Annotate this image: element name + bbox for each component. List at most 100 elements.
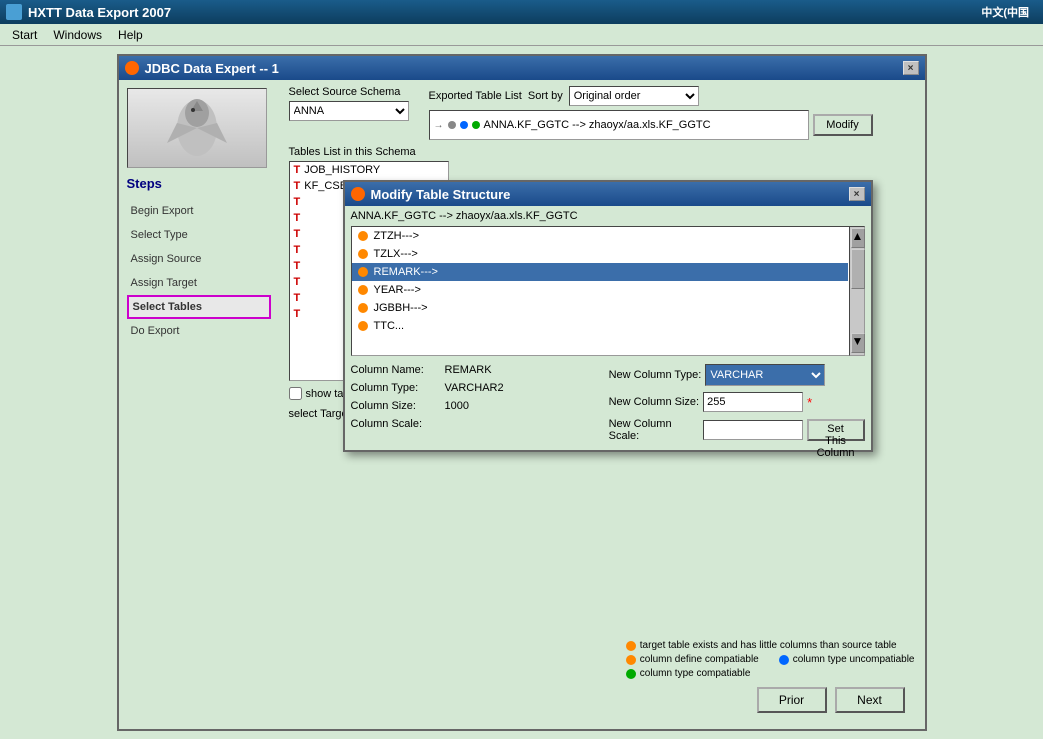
exported-label: Exported Table List [429,90,522,102]
main-content: JDBC Data Expert -- 1 × [0,46,1043,739]
table-icon-5: T [294,228,301,240]
col-item-0[interactable]: ZTZH---> [352,227,848,245]
table-list-item[interactable]: T JOB_HISTORY [290,162,448,178]
legend-dot-2 [779,655,789,665]
scroll-up-btn[interactable]: ▲ [851,228,865,248]
table-icon-4: T [294,212,301,224]
new-col-size-input[interactable] [703,392,803,412]
modify-button[interactable]: Modify [813,114,873,136]
dialog-icon [125,61,139,75]
tray-text: 中文(中国 [981,7,1037,19]
modify-dialog-icon [351,187,365,201]
col-name-3: YEAR---> [374,284,421,296]
col-name-5: TTC... [374,320,405,332]
modify-dialog: Modify Table Structure × ANNA.KF_GGTC --… [343,180,873,452]
new-col-scale-label: New Column Scale: [609,418,699,442]
col-dot-3 [358,285,368,295]
menu-start[interactable]: Start [4,26,45,44]
set-column-button[interactable]: Set This Column [807,419,865,441]
left-col-info: Column Name: REMARK Column Type: VARCHAR… [351,364,603,442]
col-name-label: Column Name: [351,364,441,376]
required-asterisk: * [807,395,812,410]
table-icon-9: T [294,292,301,304]
sort-label: Sort by [528,90,563,102]
exported-table-section: Exported Table List Sort by Original ord… [429,86,919,140]
new-col-scale-row: New Column Scale: Set This Column [609,418,865,442]
col-item-3[interactable]: YEAR---> [352,281,848,299]
legend-label-2: column type uncompatiable [793,654,915,665]
menu-bar: Start Windows Help [0,24,1043,46]
new-col-type-select[interactable]: VARCHARINTEGERNUMERICDATEBOOLEAN [705,364,825,386]
col-dot-2 [358,267,368,277]
modify-close-button[interactable]: × [849,187,865,201]
legend-item-2: column type uncompatiable [779,654,915,665]
modify-subtitle: ANNA.KF_GGTC --> zhaoyx/aa.xls.KF_GGTC [345,206,871,226]
step-select-type[interactable]: Select Type [127,223,271,247]
dialog-title: JDBC Data Expert -- 1 [145,61,279,76]
step-begin-export[interactable]: Begin Export [127,199,271,223]
legend-target-row: target table exists and has little colum… [626,640,915,651]
menu-windows[interactable]: Windows [45,26,110,44]
eagle-logo [127,88,267,168]
scroll-thumb[interactable] [851,249,865,289]
source-schema-label: Select Source Schema [289,86,409,98]
columns-list[interactable]: ZTZH---> TZLX---> REMARK---> [351,226,865,356]
table-icon-10: T [294,308,301,320]
col-type-label: Column Type: [351,382,441,394]
col-item-5[interactable]: TTC... [352,317,848,335]
app-title: HXTT Data Export 2007 [28,5,171,20]
tables-list-label: Tables List in this Schema [289,146,483,158]
table-icon-7: T [294,260,301,272]
title-bar: HXTT Data Export 2007 中文(中国 [0,0,1043,24]
new-col-type-row: New Column Type: VARCHARINTEGERNUMERICDA… [609,364,865,386]
col-size-label: Column Size: [351,400,441,412]
sort-select[interactable]: Original order [569,86,699,106]
col-item-4[interactable]: JGBBH---> [352,299,848,317]
col-item-1[interactable]: TZLX---> [352,245,848,263]
legend-target-dot [626,641,636,651]
table-icon-1: T [294,164,301,176]
step-do-export[interactable]: Do Export [127,319,271,343]
source-schema-select[interactable]: ANNA [289,101,409,121]
main-dialog: JDBC Data Expert -- 1 × [117,54,927,731]
column-info-grid: Column Name: REMARK Column Type: VARCHAR… [345,356,871,450]
prior-button[interactable]: Prior [757,687,827,713]
columns-list-container: ZTZH---> TZLX---> REMARK---> [351,226,865,356]
columns-scrollbar[interactable]: ▲ ▼ [849,226,865,356]
col-name-4: JGBBH---> [374,302,428,314]
new-col-size-row: New Column Size: * [609,392,865,412]
show-tables-checkbox[interactable] [289,387,302,400]
new-col-scale-input[interactable] [703,420,803,440]
dialog-title-bar: JDBC Data Expert -- 1 × [119,56,925,80]
step-select-tables[interactable]: Select Tables [127,295,271,319]
table-icon-8: T [294,276,301,288]
nav-buttons: Prior Next [757,687,905,713]
next-button[interactable]: Next [835,687,905,713]
arrow-icon: → [434,120,444,131]
legend-dot-0 [626,655,636,665]
col-size-value: 1000 [445,400,469,412]
step-assign-source[interactable]: Assign Source [127,247,271,271]
scroll-down-btn[interactable]: ▼ [851,333,865,353]
legend-section: target table exists and has little colum… [626,640,915,679]
step-assign-target[interactable]: Assign Target [127,271,271,295]
source-schema-section: Select Source Schema ANNA [289,86,409,140]
col-item-2[interactable]: REMARK---> [352,263,848,281]
col-name-1: TZLX---> [374,248,418,260]
right-panel: Select Source Schema ANNA Exported Table… [283,80,925,729]
steps-header: Steps [127,176,271,191]
col-name-2: REMARK---> [374,266,438,278]
col-size-row: Column Size: 1000 [351,400,603,412]
col-scale-label: Column Scale: [351,418,441,430]
menu-help[interactable]: Help [110,26,151,44]
table-name-1: JOB_HISTORY [304,164,380,176]
legend-label-1: column type compatiable [640,668,751,679]
dialog-close-button[interactable]: × [903,61,919,75]
modify-title-bar: Modify Table Structure × [345,182,871,206]
app-icon [6,4,22,20]
legend-item-1: column type compatiable [626,668,759,679]
col-type-value: VARCHAR2 [445,382,504,394]
table-icon-2: T [294,180,301,192]
col-dot-0 [358,231,368,241]
exported-list-box: → ANNA.KF_GGTC --> zhaoyx/aa.xls.KF_GGTC [429,110,809,140]
